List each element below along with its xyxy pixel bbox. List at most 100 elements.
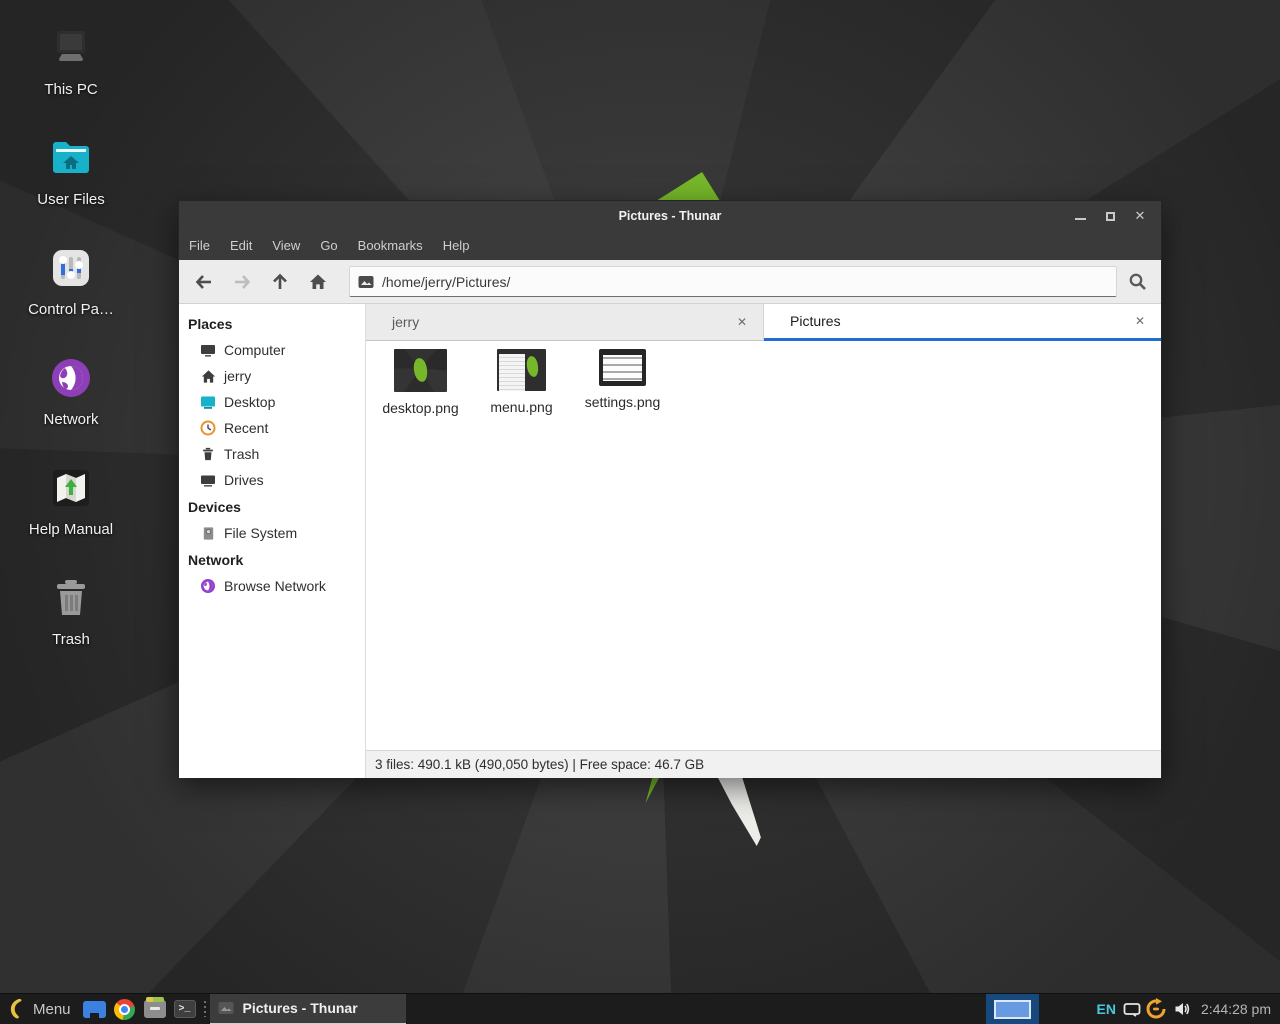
trash-icon bbox=[200, 446, 216, 462]
sidebar-item-jerry[interactable]: jerry bbox=[179, 363, 365, 389]
taskbar-window-button[interactable]: Pictures - Thunar bbox=[210, 994, 406, 1024]
update-refresh-icon bbox=[1145, 998, 1167, 1020]
search-button[interactable] bbox=[1117, 265, 1157, 299]
file-menu-png[interactable]: menu.png bbox=[471, 347, 572, 415]
right-pane: jerry ✕ Pictures ✕ desktop.png bbox=[366, 304, 1161, 778]
computer-icon bbox=[200, 342, 216, 358]
taskbar: Menu >_ Pictures - Thunar EN 2:44:28 pm bbox=[0, 993, 1280, 1024]
desktop-icon-label: Control Pa… bbox=[28, 301, 114, 318]
archive-launcher[interactable] bbox=[140, 994, 170, 1024]
devices-header: Devices bbox=[179, 493, 365, 520]
sidebar-item-recent[interactable]: Recent bbox=[179, 415, 365, 441]
forward-button[interactable] bbox=[223, 265, 261, 299]
tab-bar: jerry ✕ Pictures ✕ bbox=[366, 304, 1161, 341]
menu-bookmarks[interactable]: Bookmarks bbox=[348, 231, 433, 260]
desktop-icon-help-manual[interactable]: Help Manual bbox=[12, 464, 130, 574]
terminal-launcher[interactable]: >_ bbox=[170, 994, 200, 1024]
chrome-icon bbox=[114, 999, 135, 1020]
up-button[interactable] bbox=[261, 265, 299, 299]
status-text: 3 files: 490.1 kB (490,050 bytes) | Free… bbox=[375, 757, 704, 772]
side-pane: Places Computer jerry Desktop Recent bbox=[179, 304, 366, 778]
home-icon bbox=[308, 272, 328, 292]
desktop-icon-column: This PC User Files Control Pa… Network H… bbox=[12, 24, 130, 684]
tab-close-icon[interactable]: ✕ bbox=[733, 313, 751, 331]
chrome-launcher[interactable] bbox=[110, 994, 140, 1024]
sidebar-label: Drives bbox=[224, 472, 264, 488]
tab-jerry[interactable]: jerry ✕ bbox=[366, 304, 764, 341]
menu-png-thumbnail bbox=[497, 349, 546, 391]
minimize-icon bbox=[1075, 218, 1086, 220]
files-icon bbox=[83, 1001, 106, 1018]
taskbar-clock[interactable]: 2:44:28 pm bbox=[1201, 1001, 1271, 1017]
desktop-icon-network[interactable]: Network bbox=[12, 354, 130, 464]
sidebar-item-browse-network[interactable]: Browse Network bbox=[179, 573, 365, 599]
forward-icon bbox=[232, 272, 252, 292]
workspace-pager[interactable] bbox=[986, 994, 1039, 1024]
back-button[interactable] bbox=[185, 265, 223, 299]
thumbnail-window-content bbox=[603, 355, 642, 381]
tab-pictures[interactable]: Pictures ✕ bbox=[764, 304, 1161, 341]
desktop-icon-trash[interactable]: Trash bbox=[12, 574, 130, 684]
desktop-icon-user-files[interactable]: User Files bbox=[12, 134, 130, 244]
minimize-button[interactable] bbox=[1065, 201, 1095, 231]
taskbar-window-title: Pictures - Thunar bbox=[243, 1000, 358, 1016]
close-button[interactable]: ✕ bbox=[1125, 201, 1155, 231]
desktop-icon-this-pc[interactable]: This PC bbox=[12, 24, 130, 134]
taskbar-handle[interactable] bbox=[200, 994, 210, 1024]
sidebar-item-computer[interactable]: Computer bbox=[179, 337, 365, 363]
menu-label: Menu bbox=[33, 1001, 71, 1018]
tab-label: Pictures bbox=[790, 313, 1131, 329]
terminal-icon: >_ bbox=[174, 1000, 196, 1018]
maximize-button[interactable] bbox=[1095, 201, 1125, 231]
menu-help[interactable]: Help bbox=[433, 231, 480, 260]
sidebar-label: File System bbox=[224, 525, 297, 541]
menu-view[interactable]: View bbox=[262, 231, 310, 260]
desktop-icon-label: This PC bbox=[44, 81, 97, 98]
desktop-wallpaper: This PC User Files Control Pa… Network H… bbox=[0, 0, 1280, 1024]
file-desktop-png[interactable]: desktop.png bbox=[370, 347, 471, 416]
start-menu-button[interactable]: Menu bbox=[0, 994, 80, 1024]
desktop-icon-control-panel[interactable]: Control Pa… bbox=[12, 244, 130, 354]
sidebar-label: Trash bbox=[224, 446, 259, 462]
path-bar[interactable]: /home/jerry/Pictures/ bbox=[349, 266, 1117, 297]
update-tray-button[interactable] bbox=[1145, 998, 1167, 1020]
thumbnail-green-shape bbox=[412, 357, 428, 383]
sidebar-item-drives[interactable]: Drives bbox=[179, 467, 365, 493]
sidebar-item-file-system[interactable]: File System bbox=[179, 520, 365, 546]
wallpaper-leaf-top bbox=[656, 172, 720, 201]
thumbnail-panel bbox=[499, 354, 525, 391]
display-icon bbox=[1123, 1002, 1141, 1017]
control-panel-icon bbox=[47, 244, 95, 292]
window-title: Pictures - Thunar bbox=[179, 209, 1161, 223]
system-tray: EN 2:44:28 pm bbox=[986, 994, 1280, 1024]
thunar-task-icon bbox=[218, 1001, 234, 1015]
desktop-display-icon bbox=[200, 394, 216, 410]
status-bar: 3 files: 490.1 kB (490,050 bytes) | Free… bbox=[366, 750, 1161, 778]
file-settings-png[interactable]: settings.png bbox=[572, 347, 673, 410]
wallpaper-leaf-bottom bbox=[644, 776, 660, 803]
sidebar-label: Browse Network bbox=[224, 578, 326, 594]
home-icon bbox=[200, 368, 216, 384]
display-tray-button[interactable] bbox=[1123, 1002, 1141, 1017]
places-header: Places bbox=[179, 310, 365, 337]
file-manager-launcher[interactable] bbox=[80, 994, 110, 1024]
sidebar-label: jerry bbox=[224, 368, 251, 384]
path-text: /home/jerry/Pictures/ bbox=[382, 274, 510, 290]
menu-edit[interactable]: Edit bbox=[220, 231, 262, 260]
trash-can-icon bbox=[47, 574, 95, 622]
keyboard-layout-indicator[interactable]: EN bbox=[1096, 1001, 1115, 1017]
menu-file[interactable]: File bbox=[179, 231, 220, 260]
file-name: desktop.png bbox=[382, 400, 458, 416]
desktop-icon-label: Trash bbox=[52, 631, 90, 648]
sidebar-item-desktop[interactable]: Desktop bbox=[179, 389, 365, 415]
file-view[interactable]: desktop.png menu.png settings.png bbox=[366, 341, 1161, 750]
tab-label: jerry bbox=[392, 314, 733, 330]
desktop-icon-label: Help Manual bbox=[29, 521, 113, 538]
volume-tray-button[interactable] bbox=[1174, 1001, 1191, 1017]
home-button[interactable] bbox=[299, 265, 337, 299]
active-workspace bbox=[994, 1000, 1031, 1019]
sidebar-item-trash[interactable]: Trash bbox=[179, 441, 365, 467]
tab-close-icon[interactable]: ✕ bbox=[1131, 312, 1149, 330]
search-icon bbox=[1127, 271, 1148, 292]
menu-go[interactable]: Go bbox=[310, 231, 347, 260]
